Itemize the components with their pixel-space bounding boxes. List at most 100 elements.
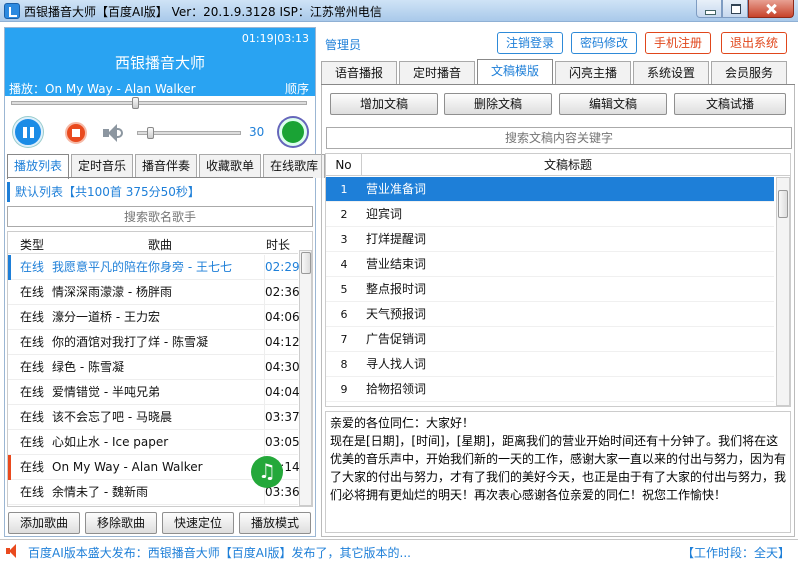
song-song: 绿色 - 陈雪凝 [52, 360, 124, 374]
song-type: 在线 [20, 310, 45, 324]
close-button[interactable] [748, 0, 794, 18]
selected-marker [8, 255, 11, 280]
song-row[interactable]: 在线 濠分一道桥 - 王力宏 04:06 [8, 305, 300, 330]
work-hours: 【工作时段：全天】 [681, 546, 790, 560]
tab-online-library[interactable]: 在线歌库 [263, 154, 326, 178]
tab-star-anchor[interactable]: 闪亮主播 [555, 61, 631, 85]
announcement-text[interactable]: 百度AI版本盛大发布：西银播音大师【百度AI版】发布了，其它版本的... [28, 544, 411, 561]
song-row[interactable]: 在线 你的酒馆对我打了烊 - 陈雪凝 04:12 [8, 330, 300, 355]
song-duration: 04:12 [264, 330, 300, 355]
player-display: 01:19|03:13 西银播音大师 播放：On My Way - Alan W… [5, 28, 315, 96]
doc-grid-scrollbar[interactable] [776, 177, 790, 406]
play-mode-label[interactable]: 顺序 [285, 80, 309, 97]
doc-no: 1 [340, 183, 348, 196]
doc-grid: No 文稿标题 1 营业准备词 2 迎宾词 3 打烊提醒词 4 营业结束词 5 整点报时词 6 天气预… [325, 153, 791, 407]
tab-member-service[interactable]: 会员服务 [711, 61, 787, 85]
progress-slider[interactable] [11, 101, 307, 105]
window-title: 西银播音大师【百度AI版】 Ver：20.1.9.3128 ISP：江苏常州电信 [24, 5, 382, 19]
doc-title: 广告促销词 [366, 332, 427, 346]
song-list-scroll-thumb[interactable] [301, 252, 311, 274]
song-song: 我愿意平凡的陪在你身旁 - 王七七 [52, 260, 232, 274]
doc-content-text[interactable]: 亲爱的各位同仁：大家好！ 现在是[日期]，[时间]，[星期]，距离我们的营业开始… [325, 411, 791, 533]
tab-favorites[interactable]: 收藏歌单 [199, 154, 262, 178]
song-type: 在线 [20, 410, 45, 424]
song-list-scrollbar[interactable] [299, 250, 312, 506]
doc-row[interactable]: 5 整点报时词 [326, 277, 774, 302]
tab-timed-broadcast[interactable]: 定时播音 [399, 61, 475, 85]
doc-row[interactable]: 1 营业准备词 [326, 177, 774, 202]
song-duration: 04:06 [264, 305, 300, 330]
phone-register-button[interactable]: 手机注册 [645, 32, 711, 54]
tab-doc-templates[interactable]: 文稿模版 [477, 59, 553, 84]
volume-icon[interactable] [103, 123, 125, 143]
doc-row[interactable]: 4 营业结束词 [326, 252, 774, 277]
header-song: 歌曲 [148, 238, 173, 252]
doc-body: 现在是[日期]，[时间]，[星期]，距离我们的营业开始时间还有十分钟了。我们将在… [330, 434, 787, 502]
header-type: 类型 [20, 238, 45, 252]
header-no: No [326, 154, 362, 176]
song-row[interactable]: 在线 绿色 - 陈雪凝 04:30 [8, 355, 300, 380]
doc-no: 6 [340, 308, 348, 321]
song-type: 在线 [20, 485, 45, 499]
song-row[interactable]: 在线 心如止水 - Ice paper 03:05 [8, 430, 300, 455]
doc-title: 迎宾词 [366, 207, 403, 221]
pause-button[interactable] [13, 117, 43, 147]
doc-row[interactable]: 9 拾物招领词 [326, 377, 774, 402]
doc-grid-scroll-thumb[interactable] [778, 190, 788, 218]
doc-row[interactable]: 2 迎宾词 [326, 202, 774, 227]
doc-row[interactable]: 6 天气预报词 [326, 302, 774, 327]
user-role: 管理员 [325, 38, 362, 52]
tab-voice-broadcast[interactable]: 语音播报 [321, 61, 397, 85]
doc-no: 5 [340, 283, 348, 296]
song-search-input[interactable] [7, 206, 313, 227]
song-row[interactable]: 在线 情深深雨濛濛 - 杨胖雨 02:36 [8, 280, 300, 305]
header-doc-title: 文稿标题 [543, 158, 592, 172]
now-playing: 播放：On My Way - Alan Walker [9, 82, 196, 96]
song-duration: 03:37 [264, 405, 300, 430]
edit-doc-button[interactable]: 编辑文稿 [559, 93, 667, 115]
left-panel: 01:19|03:13 西银播音大师 播放：On My Way - Alan W… [4, 27, 326, 537]
tab-playlist[interactable]: 播放列表 [7, 154, 70, 179]
tab-system-settings[interactable]: 系统设置 [633, 61, 709, 85]
logout-button[interactable]: 注销登录 [497, 32, 563, 54]
player-title: 西银播音大师 [114, 54, 205, 72]
song-row[interactable]: 在线 爱情错觉 - 半吨兄弟 04:04 [8, 380, 300, 405]
maximize-button[interactable] [722, 0, 748, 18]
stop-button[interactable] [65, 122, 87, 144]
song-row[interactable]: 在线 我愿意平凡的陪在你身旁 - 王七七 02:29 [8, 255, 300, 280]
doc-search-input[interactable] [326, 127, 792, 149]
play-time: 01:19|03:13 [241, 32, 309, 45]
minimize-button[interactable] [696, 0, 722, 18]
add-song-button[interactable]: 添加歌曲 [8, 512, 80, 534]
preview-doc-button[interactable]: 文稿试播 [674, 93, 786, 115]
status-bar: 百度AI版本盛大发布：西银播音大师【百度AI版】发布了，其它版本的... 【工作… [0, 539, 798, 561]
title-bar: 西银播音大师【百度AI版】 Ver：20.1.9.3128 ISP：江苏常州电信 [0, 0, 798, 22]
doc-row[interactable]: 8 寻人找人词 [326, 352, 774, 377]
progress-slider-handle[interactable] [132, 97, 140, 109]
song-type: 在线 [20, 335, 45, 349]
song-type: 在线 [20, 460, 45, 474]
song-type: 在线 [20, 285, 45, 299]
song-song: 该不会忘了吧 - 马晓晨 [52, 410, 172, 424]
status-indicator-button[interactable] [279, 118, 307, 146]
doc-row[interactable]: 3 打烊提醒词 [326, 227, 774, 252]
change-password-button[interactable]: 密码修改 [571, 32, 637, 54]
volume-slider-handle[interactable] [147, 127, 155, 139]
delete-doc-button[interactable]: 删除文稿 [444, 93, 552, 115]
remove-song-button[interactable]: 移除歌曲 [85, 512, 157, 534]
play-mode-button[interactable]: 播放模式 [239, 512, 311, 534]
quick-locate-button[interactable]: 快速定位 [162, 512, 234, 534]
add-doc-button[interactable]: 增加文稿 [330, 93, 438, 115]
tab-timed-music[interactable]: 定时音乐 [71, 154, 134, 178]
song-duration: 04:30 [264, 355, 300, 380]
exit-system-button[interactable]: 退出系统 [721, 32, 787, 54]
song-row[interactable]: 在线 余情未了 - 魏新雨 03:36 [8, 480, 300, 505]
song-song: On My Way - Alan Walker [52, 460, 203, 474]
app-icon [4, 3, 20, 19]
tab-accompaniment[interactable]: 播音伴奏 [135, 154, 198, 178]
playlist-info: 默认列表【共100首 375分50秒】 [7, 182, 313, 202]
song-row[interactable]: 在线 该不会忘了吧 - 马晓晨 03:37 [8, 405, 300, 430]
doc-row[interactable]: 7 广告促销词 [326, 327, 774, 352]
song-duration: 04:04 [264, 380, 300, 405]
music-note-icon[interactable] [251, 456, 283, 488]
